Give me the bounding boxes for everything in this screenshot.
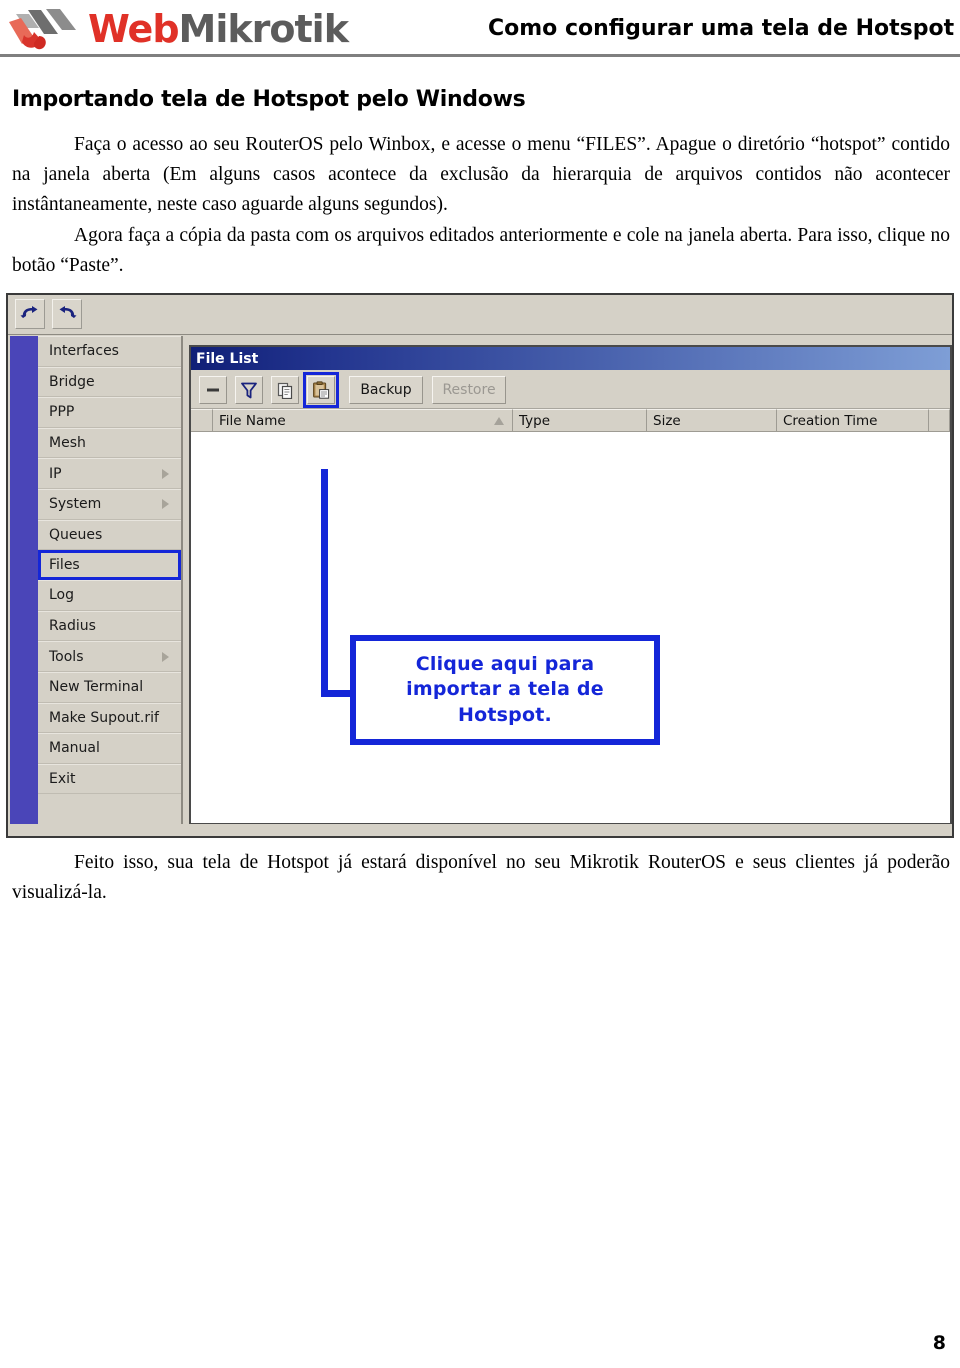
sidebar-item-exit[interactable]: Exit (38, 763, 181, 795)
file-list-column-headers: File Name Type Size Creation Time (191, 409, 950, 432)
header-title: Como configurar uma tela de Hotspot (488, 16, 955, 41)
column-header-filler (929, 409, 950, 431)
sidebar-item-interfaces[interactable]: Interfaces (38, 336, 181, 367)
sidebar-item-label: PPP (49, 404, 75, 421)
column-header-type[interactable]: Type (513, 409, 647, 431)
sidebar-item-label: Queues (49, 526, 103, 543)
file-list-titlebar: File List (191, 347, 950, 370)
column-header-label: Size (653, 412, 681, 429)
file-list-window: File List Backup Restore File Name Type … (189, 345, 952, 824)
page-number: 8 (932, 1332, 946, 1354)
column-header-label: Creation Time (783, 412, 878, 429)
backup-button[interactable]: Backup (349, 376, 423, 404)
sidebar-item-log[interactable]: Log (38, 580, 181, 611)
sidebar-item-label: IP (49, 465, 62, 482)
logo-wordmark: WebMikrotik (88, 7, 349, 51)
column-header-grip[interactable] (191, 409, 213, 431)
page-header: WebMikrotik Como configurar uma tela de … (0, 0, 960, 58)
sidebar-item-radius[interactable]: Radius (38, 610, 181, 642)
column-header-creation-time[interactable]: Creation Time (777, 409, 929, 431)
undo-button[interactable] (15, 299, 45, 329)
winbox-screenshot: Interfaces Bridge PPP Mesh IP System Que… (6, 293, 954, 838)
sidebar-item-label: Mesh (49, 435, 86, 452)
paragraph-intro: Faça o acesso ao seu RouterOS pelo Winbo… (12, 134, 950, 216)
column-header-size[interactable]: Size (647, 409, 777, 431)
paste-button-highlight (303, 372, 339, 408)
restore-button-label: Restore (442, 382, 496, 398)
footer-paragraph-wrap: Feito isso, sua tela de Hotspot já estar… (6, 848, 954, 908)
restore-button[interactable]: Restore (432, 376, 506, 404)
sidebar-item-ppp[interactable]: PPP (38, 397, 181, 428)
remove-file-button[interactable] (199, 376, 227, 404)
sidebar-item-files[interactable]: Files (38, 550, 181, 581)
sidebar-item-ip[interactable]: IP (38, 458, 181, 489)
annotation-callout: Clique aqui para importar a tela de Hots… (350, 635, 660, 745)
sidebar-item-system[interactable]: System (38, 488, 181, 520)
header-divider (0, 54, 960, 57)
callout-line-3: Hotspot. (458, 703, 552, 726)
sidebar-item-label: Manual (49, 740, 100, 757)
document-content: Importando tela de Hotspot pelo Windows … (0, 87, 960, 281)
sidebar-item-label: Make Supout.rif (49, 709, 159, 726)
page-title: Importando tela de Hotspot pelo Windows (12, 87, 526, 112)
sort-ascending-icon (494, 416, 504, 425)
sidebar-item-label: Files (49, 557, 80, 574)
callout-line-1: Clique aqui para (415, 652, 595, 675)
chevron-right-icon (162, 499, 169, 510)
logo-chevron-icon (9, 9, 76, 50)
document-page: WebMikrotik Como configurar uma tela de … (0, 0, 960, 1368)
sidebar-item-label: Tools (49, 648, 84, 665)
webmikrotik-logo: WebMikrotik (6, 6, 349, 52)
annotation-callout-text: Clique aqui para importar a tela de Hots… (406, 652, 604, 729)
file-list-rows-area[interactable]: Clique aqui para importar a tela de Hots… (191, 432, 950, 823)
sidebar-item-tools[interactable]: Tools (38, 641, 181, 672)
funnel-filter-icon (241, 382, 257, 398)
sidebar-item-new-terminal[interactable]: New Terminal (38, 671, 181, 703)
copy-icon (277, 382, 292, 399)
winbox-bottom-edge (10, 824, 950, 834)
redo-button[interactable] (52, 299, 82, 329)
paragraph-paste: Agora faça a cópia da pasta com os arqui… (12, 224, 950, 276)
sidebar-item-queues[interactable]: Queues (38, 519, 181, 551)
chevron-right-icon (162, 651, 169, 662)
sidebar-item-label: Interfaces (49, 343, 119, 360)
winbox-main-menu: Interfaces Bridge PPP Mesh IP System Que… (38, 336, 183, 826)
callout-leader-vertical (321, 469, 328, 693)
filter-button[interactable] (235, 376, 263, 404)
copy-button[interactable] (271, 376, 299, 404)
sidebar-item-label: Bridge (49, 373, 95, 390)
backup-button-label: Backup (360, 382, 412, 398)
logo-word-web: Web (88, 7, 180, 51)
winbox-toolbar (8, 295, 952, 335)
sidebar-item-bridge[interactable]: Bridge (38, 366, 181, 398)
sidebar-item-label: Log (49, 587, 75, 604)
column-header-label: File Name (219, 412, 286, 429)
winbox-left-rail (10, 336, 38, 826)
file-list-toolbar: Backup Restore (191, 370, 950, 409)
column-header-file-name[interactable]: File Name (213, 409, 513, 431)
file-list-title-label: File List (196, 350, 259, 367)
sidebar-item-label: System (49, 496, 102, 513)
sidebar-item-make-supout[interactable]: Make Supout.rif (38, 702, 181, 734)
sidebar-item-label: Radius (49, 618, 96, 635)
sidebar-item-mesh[interactable]: Mesh (38, 427, 181, 459)
column-header-label: Type (519, 412, 551, 429)
sidebar-item-label: New Terminal (49, 679, 144, 696)
sidebar-item-manual[interactable]: Manual (38, 733, 181, 764)
undo-arrow-icon (20, 306, 38, 318)
minus-icon (207, 388, 219, 392)
callout-line-2: importar a tela de (406, 678, 604, 701)
logo-word-mikrotik: Mikrotik (178, 7, 349, 51)
chevron-right-icon (162, 468, 169, 479)
sidebar-item-label: Exit (49, 771, 76, 788)
paragraph-conclusion: Feito isso, sua tela de Hotspot já estar… (12, 852, 950, 904)
redo-arrow-icon (59, 306, 77, 318)
